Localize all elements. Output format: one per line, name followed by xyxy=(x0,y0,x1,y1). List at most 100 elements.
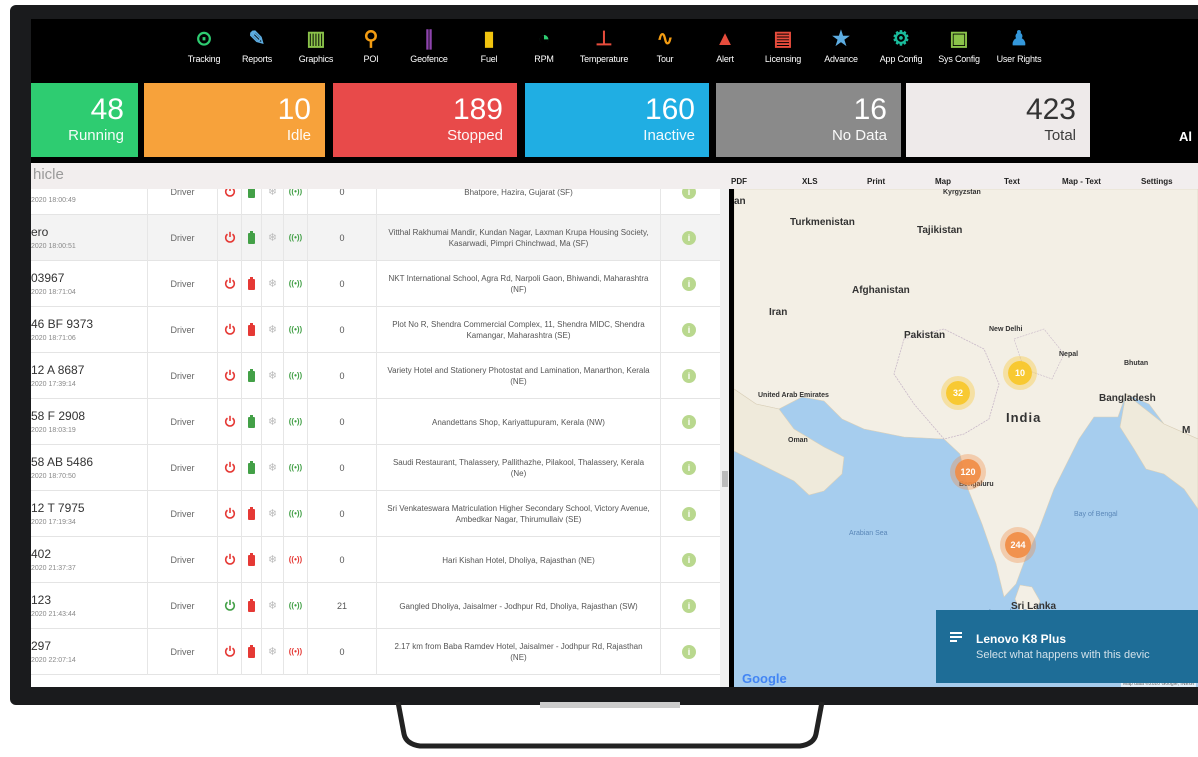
gps-signal-icon: ((•)) xyxy=(284,537,308,583)
nav-item-temperature[interactable]: ⊥ Temperature xyxy=(574,27,634,64)
vehicle-cell[interactable]: 46 BF 9373 2020 18:71:06 xyxy=(31,307,148,353)
info-icon[interactable]: i xyxy=(682,553,696,567)
info-cell[interactable]: i xyxy=(661,537,719,583)
table-row[interactable]: 123 2020 21:43:44 Driver ❄ ((•)) 21 Gangled Dh… xyxy=(31,583,726,629)
table-row[interactable]: 58 F 2908 2020 18:03:19 Driver ❄ ((•)) 0 Anand… xyxy=(31,399,726,445)
toolbar-text-button[interactable]: Text xyxy=(1004,177,1020,186)
info-cell[interactable]: i xyxy=(661,215,719,261)
vehicle-cell[interactable]: 12 A 8687 2020 17:39:14 xyxy=(31,353,148,399)
nav-item-reports[interactable]: ✎ Reports xyxy=(227,27,287,64)
gps-signal-icon: ((•)) xyxy=(284,307,308,353)
table-scroll-thumb[interactable] xyxy=(722,471,728,487)
nav-item-rpm[interactable]: ◔ RPM xyxy=(514,27,574,64)
speed-cell: 0 xyxy=(308,537,377,583)
nav-item-fuel[interactable]: ▮ Fuel xyxy=(459,27,519,64)
map-cluster-marker[interactable]: 32 xyxy=(946,381,970,405)
vehicle-cell[interactable]: 123 2020 21:43:44 xyxy=(31,583,148,629)
info-cell[interactable]: i xyxy=(661,445,719,491)
nav-item-geofence[interactable]: ∥ Geofence xyxy=(399,27,459,64)
vehicle-cell[interactable]: 12 T 7975 2020 17:19:34 xyxy=(31,491,148,537)
info-cell[interactable]: i xyxy=(661,189,719,215)
speed-cell: 0 xyxy=(308,307,377,353)
nav-item-poi[interactable]: ⚲ POI xyxy=(341,27,401,64)
table-row[interactable]: 12 A 8687 2020 17:39:14 Driver ❄ ((•)) 0 Varie… xyxy=(31,353,726,399)
vehicle-cell[interactable]: 402 2020 21:37:37 xyxy=(31,537,148,583)
nav-item-advance[interactable]: ★ Advance xyxy=(811,27,871,64)
info-cell[interactable]: i xyxy=(661,307,719,353)
address-cell: Saudi Restaurant, Thalassery, Pallithazh… xyxy=(377,445,661,491)
toolbar-xls-button[interactable]: XLS xyxy=(802,177,818,186)
table-row[interactable]: 297 2020 22:07:14 Driver ❄ ((•)) 0 2.17 km fro… xyxy=(31,629,726,675)
vehicle-search-input[interactable]: hicle xyxy=(33,166,64,183)
map-cluster-marker[interactable]: 10 xyxy=(1008,361,1032,385)
info-cell[interactable]: i xyxy=(661,261,719,307)
vehicle-cell[interactable]: 58 F 2908 2020 18:03:19 xyxy=(31,399,148,445)
stat-card-total[interactable]: 423 Total xyxy=(906,83,1090,157)
speed-cell: 0 xyxy=(308,445,377,491)
power-cell xyxy=(218,629,242,675)
toolbar-map-button[interactable]: Map xyxy=(935,177,951,186)
nav-item-app-config[interactable]: ⚙ App Config xyxy=(871,27,931,64)
stat-card-idle[interactable]: 10 Idle xyxy=(144,83,325,157)
map-cluster-marker[interactable]: 244 xyxy=(1005,532,1031,558)
table-row[interactable]: 402 2020 21:37:37 Driver ❄ ((•)) 0 Hari Kishan… xyxy=(31,537,726,583)
table-scrollbar[interactable] xyxy=(720,189,729,687)
table-row[interactable]: 03967 2020 18:71:04 Driver ❄ ((•)) 0 NKT Inter… xyxy=(31,261,726,307)
battery-cell xyxy=(242,583,262,629)
address-cell: Variety Hotel and Stationery Photostat a… xyxy=(377,353,661,399)
info-icon[interactable]: i xyxy=(682,461,696,475)
stat-card-inactive[interactable]: 160 Inactive xyxy=(525,83,709,157)
stat-card-no-data[interactable]: 16 No Data xyxy=(716,83,901,157)
table-row[interactable]: 46 BF 9373 2020 18:71:06 Driver ❄ ((•)) 0 Plot… xyxy=(31,307,726,353)
info-icon[interactable]: i xyxy=(682,369,696,383)
map-cluster-marker[interactable]: 120 xyxy=(955,459,981,485)
vehicle-cell[interactable]: 58 AB 5486 2020 18:70:50 xyxy=(31,445,148,491)
toolbar-settings-button[interactable]: Settings xyxy=(1141,177,1173,186)
info-icon[interactable]: i xyxy=(682,323,696,337)
info-icon[interactable]: i xyxy=(682,231,696,245)
nav-item-user-rights[interactable]: ♟ User Rights xyxy=(989,27,1049,64)
nav-item-tracking[interactable]: ⊙ Tracking xyxy=(174,27,234,64)
fuel-icon: ▮ xyxy=(483,28,495,50)
vehicle-cell[interactable]: ero 2020 18:00:51 xyxy=(31,215,148,261)
info-icon[interactable]: i xyxy=(682,599,696,613)
stat-count: 16 xyxy=(853,93,887,126)
vehicle-cell[interactable]: 2020 18:00:49 xyxy=(31,189,148,215)
nav-item-alert[interactable]: ▲ Alert xyxy=(695,27,755,64)
vehicle-cell[interactable]: 03967 2020 18:71:04 xyxy=(31,261,148,307)
table-row[interactable]: 2020 18:00:49 Driver ❄ ((•)) 0 Bhatpore, Hazi… xyxy=(31,189,726,215)
info-icon[interactable]: i xyxy=(682,507,696,521)
ac-status-icon: ❄ xyxy=(262,537,284,583)
info-icon[interactable]: i xyxy=(682,277,696,291)
toolbar-map-text-button[interactable]: Map - Text xyxy=(1062,177,1101,186)
info-cell[interactable]: i xyxy=(661,491,719,537)
power-cell xyxy=(218,583,242,629)
info-cell[interactable]: i xyxy=(661,629,719,675)
nav-item-label: POI xyxy=(363,54,379,64)
stat-card-stopped[interactable]: 189 Stopped xyxy=(333,83,517,157)
table-row[interactable]: 58 AB 5486 2020 18:70:50 Driver ❄ ((•)) 0 Saud… xyxy=(31,445,726,491)
nav-item-sys-config[interactable]: ▣ Sys Config xyxy=(929,27,989,64)
nav-item-licensing[interactable]: ▤ Licensing xyxy=(753,27,813,64)
google-logo[interactable]: Google xyxy=(742,671,787,686)
table-row[interactable]: 12 T 7975 2020 17:19:34 Driver ❄ ((•)) 0 Sri V… xyxy=(31,491,726,537)
map-place-label: Nepal xyxy=(1059,351,1079,358)
map-place-label: India xyxy=(1006,410,1042,425)
stat-count: 423 xyxy=(1025,93,1076,126)
stat-card-running[interactable]: 48 Running xyxy=(31,83,138,157)
nav-item-tour[interactable]: ∿ Tour xyxy=(635,27,695,64)
nav-item-graphics[interactable]: ▥ Graphics xyxy=(286,27,346,64)
info-cell[interactable]: i xyxy=(661,399,719,445)
info-cell[interactable]: i xyxy=(661,583,719,629)
toolbar-pdf-button[interactable]: PDF xyxy=(731,177,747,186)
table-row[interactable]: ero 2020 18:00:51 Driver ❄ ((•)) 0 Vitthal Rak… xyxy=(31,215,726,261)
info-icon[interactable]: i xyxy=(682,645,696,659)
info-icon[interactable]: i xyxy=(682,415,696,429)
info-icon[interactable]: i xyxy=(682,189,696,199)
vehicle-cell[interactable]: 297 2020 22:07:14 xyxy=(31,629,148,675)
speed-cell: 0 xyxy=(308,399,377,445)
info-cell[interactable]: i xyxy=(661,353,719,399)
notification-toast[interactable]: Lenovo K8 Plus Select what happens with … xyxy=(936,610,1198,683)
toolbar-print-button[interactable]: Print xyxy=(867,177,885,186)
driver-cell: Driver xyxy=(148,307,218,353)
